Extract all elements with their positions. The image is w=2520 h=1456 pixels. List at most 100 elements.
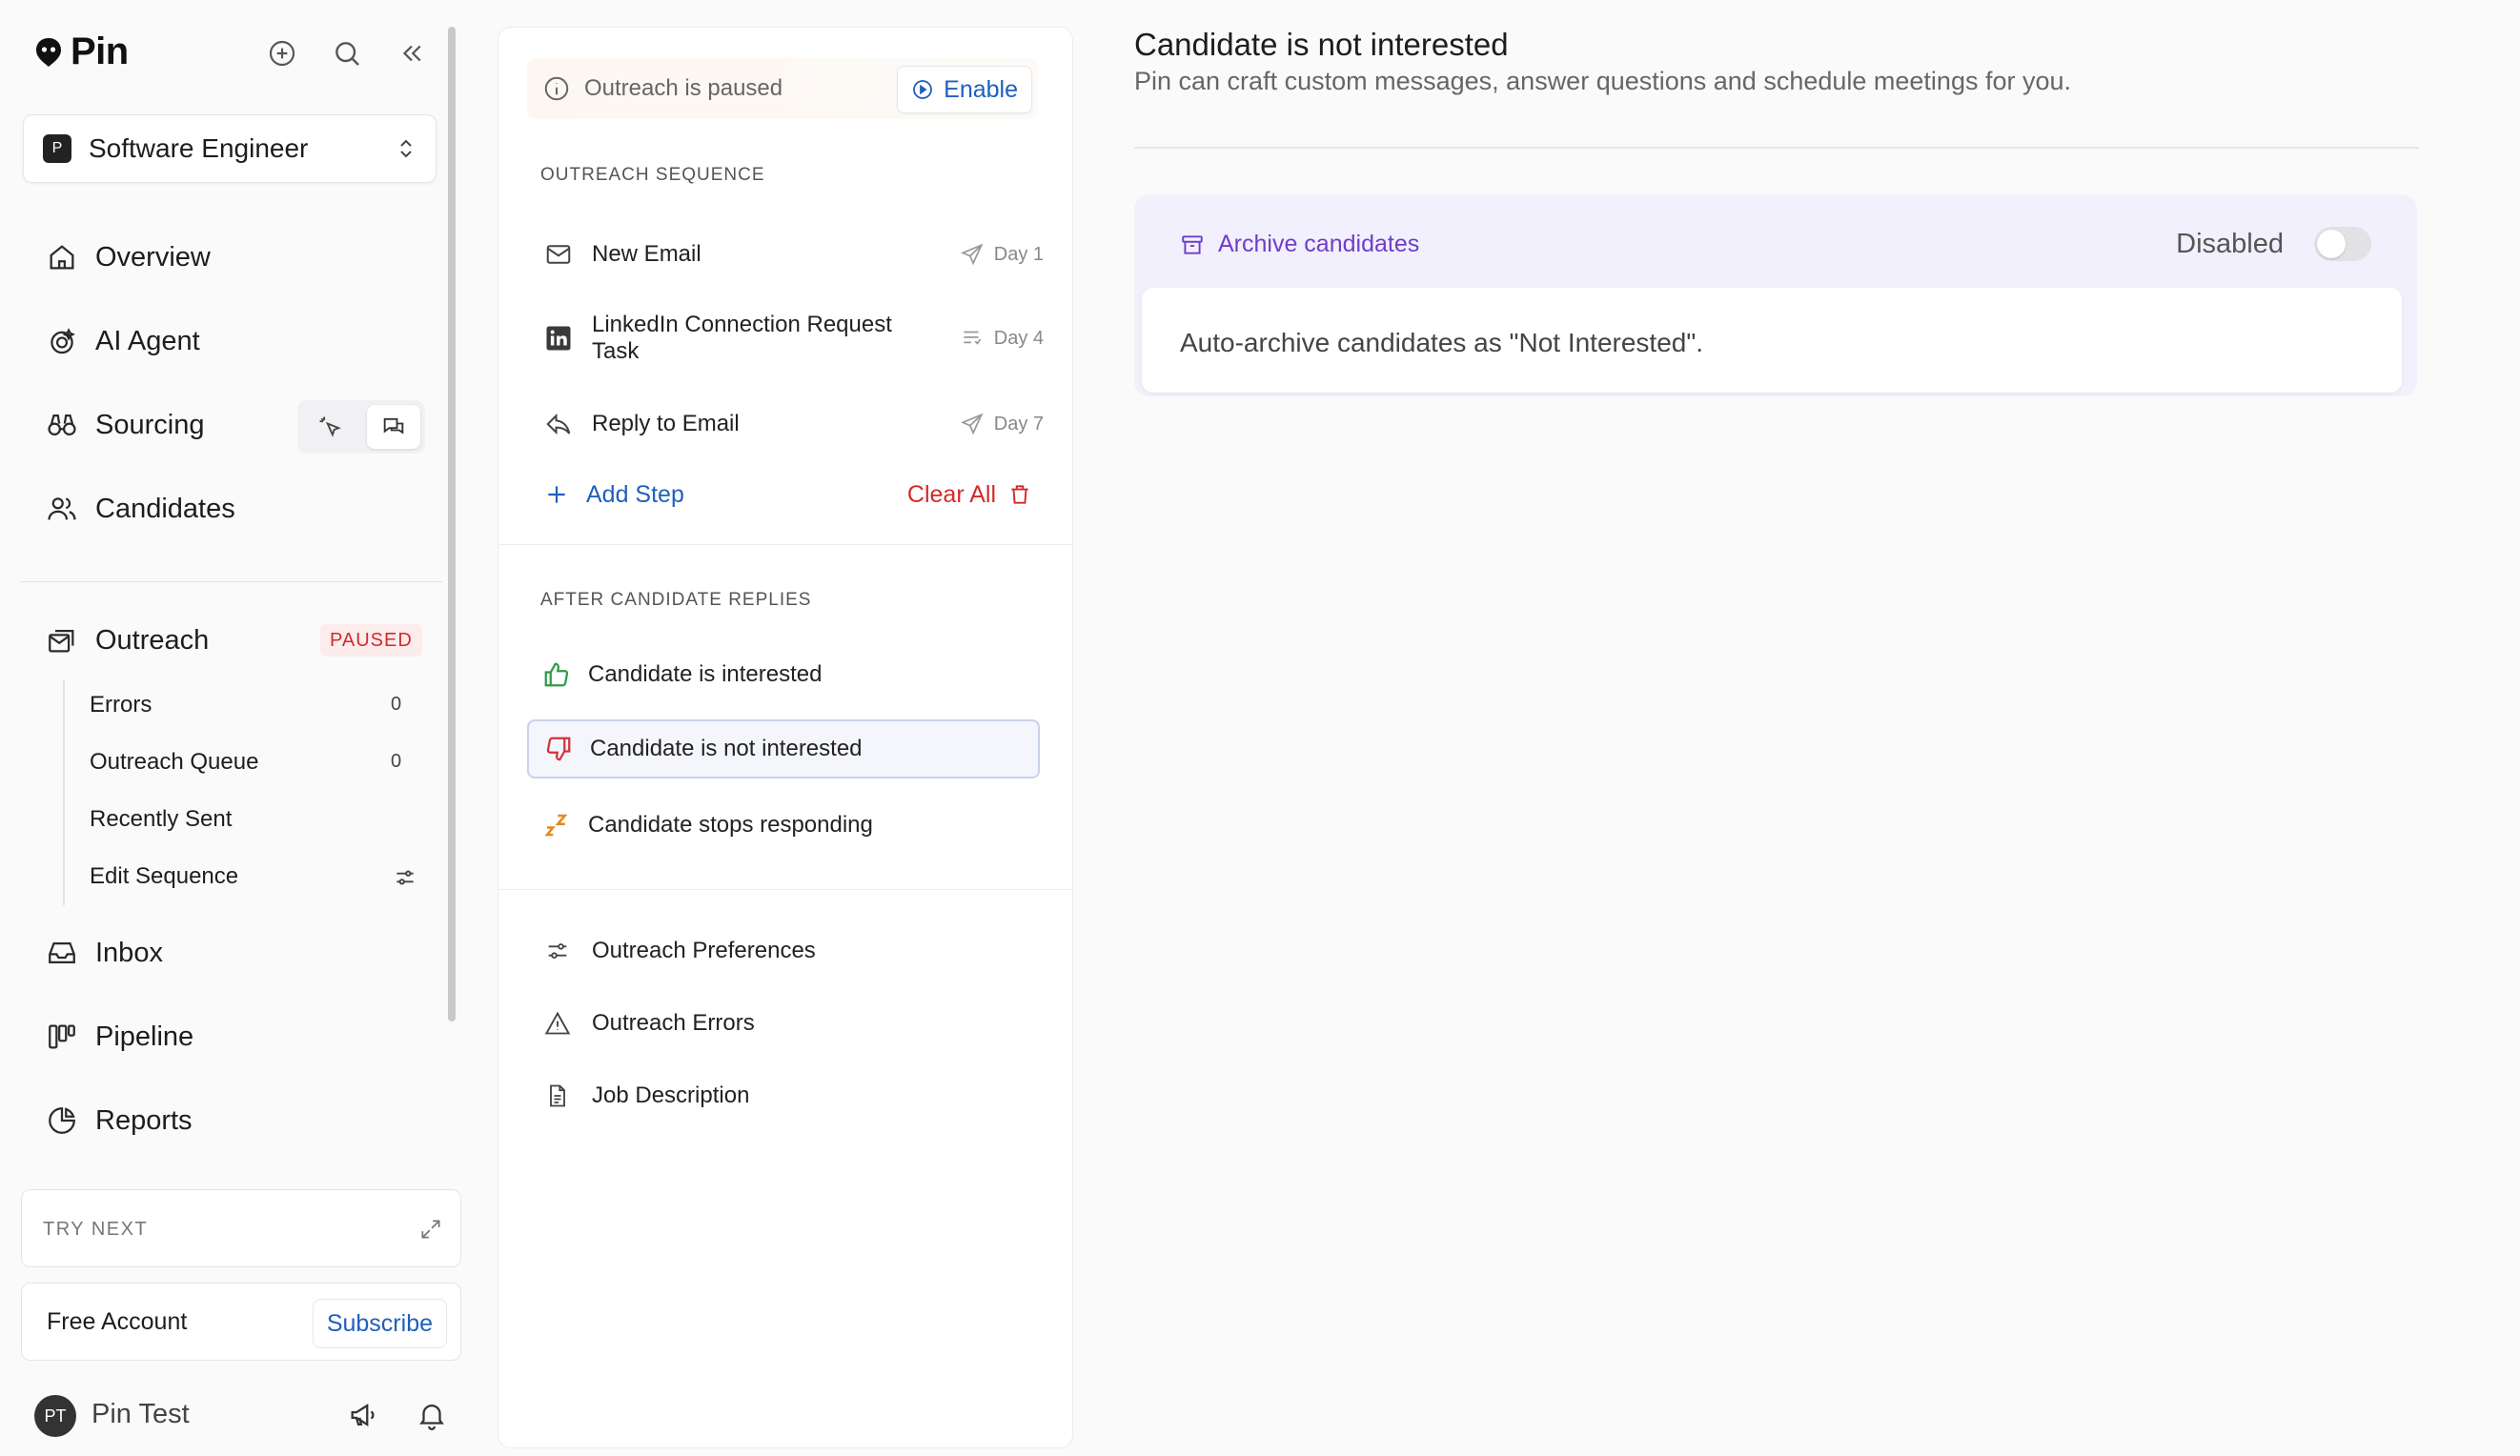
- step-day: Day 7: [960, 412, 1044, 436]
- document-icon: [544, 1082, 571, 1109]
- outreach-errors-link[interactable]: Outreach Errors: [544, 1000, 755, 1047]
- reply-stops-responding[interactable]: Candidate stops responding: [527, 796, 1040, 855]
- search-icon[interactable]: [328, 34, 366, 72]
- util-label: Job Description: [592, 1082, 750, 1108]
- try-next-card[interactable]: TRY NEXT: [21, 1189, 461, 1267]
- paused-text: Outreach is paused: [584, 75, 783, 101]
- nav-inbox[interactable]: Inbox: [46, 926, 163, 980]
- app-logo[interactable]: Pin: [34, 30, 129, 73]
- play-circle-icon: [911, 78, 934, 101]
- detail-divider: [1134, 147, 2419, 149]
- submenu-rail: [63, 680, 65, 905]
- nav-sourcing[interactable]: Sourcing: [46, 398, 204, 452]
- outreach-preferences-link[interactable]: Outreach Preferences: [544, 927, 816, 975]
- reply-label: Candidate is interested: [588, 661, 823, 687]
- bell-icon[interactable]: [416, 1399, 448, 1431]
- sliders-icon: [393, 865, 417, 890]
- email-icon: [544, 240, 573, 269]
- sleep-zzz-icon: [542, 811, 571, 839]
- add-step-label: Add Step: [586, 480, 684, 508]
- thumbs-up-icon: [542, 660, 571, 689]
- job-selector[interactable]: P Software Engineer: [23, 114, 437, 183]
- step-day-label: Day 4: [993, 327, 1044, 349]
- job-description-link[interactable]: Job Description: [544, 1072, 749, 1120]
- clear-all-label: Clear All: [906, 480, 996, 508]
- task-list-icon: [964, 331, 982, 345]
- nav-label: AI Agent: [95, 325, 200, 356]
- plus-icon: [544, 482, 569, 507]
- nav-pipeline[interactable]: Pipeline: [46, 1010, 193, 1063]
- user-name[interactable]: Pin Test: [91, 1399, 190, 1430]
- archive-icon: [1180, 233, 1205, 257]
- sourcing-mode-toggle: [297, 400, 425, 454]
- collapse-sidebar-icon[interactable]: [393, 34, 431, 72]
- section-divider: [498, 544, 1072, 545]
- toggle-knob: [2317, 230, 2346, 258]
- app-name: Pin: [71, 30, 129, 72]
- clear-all-button[interactable]: Clear All: [907, 475, 1032, 514]
- reply-icon: [544, 410, 573, 438]
- sequence-step[interactable]: LinkedIn Connection Request Task Day 4: [544, 308, 1053, 369]
- nav-reports[interactable]: Reports: [46, 1094, 193, 1147]
- trash-icon: [1007, 482, 1032, 507]
- util-label: Outreach Errors: [592, 1010, 755, 1036]
- reply-label: Candidate is not interested: [590, 736, 863, 761]
- step-label: Reply to Email: [592, 411, 740, 436]
- send-icon: [960, 413, 984, 435]
- sequence-step[interactable]: New Email Day 1: [544, 233, 1053, 275]
- avatar[interactable]: PT: [34, 1395, 76, 1437]
- add-icon[interactable]: [263, 34, 301, 72]
- sourcing-auto-button[interactable]: [303, 405, 356, 449]
- account-card: Free Account Subscribe: [21, 1283, 461, 1361]
- job-badge: P: [43, 134, 71, 163]
- sidebar-scrollbar[interactable]: [448, 27, 456, 1021]
- inbox-icon: [46, 937, 78, 969]
- enable-label: Enable: [944, 75, 1018, 103]
- users-icon: [46, 493, 78, 525]
- sub-item-recently-sent[interactable]: Recently Sent: [90, 800, 232, 839]
- chat-icon: [380, 414, 407, 440]
- nav-ai-agent[interactable]: AI Agent: [46, 314, 200, 368]
- sourcing-chat-button[interactable]: [366, 405, 420, 449]
- step-label: LinkedIn Connection Request Task: [592, 312, 892, 364]
- nav-label: Pipeline: [95, 1021, 194, 1052]
- chevron-up-down-icon: [396, 136, 417, 161]
- nav-candidates[interactable]: Candidates: [46, 482, 235, 536]
- sidebar: Pin P Software Engineer Overview AI Agen…: [0, 0, 465, 1456]
- archive-description: Auto-archive candidates as "Not Interest…: [1180, 328, 1704, 357]
- add-step-button[interactable]: Add Step: [544, 475, 684, 514]
- queue-count: 0: [391, 751, 402, 772]
- home-icon: [46, 241, 78, 273]
- sequence-step[interactable]: Reply to Email Day 7: [544, 403, 1053, 445]
- reply-label: Candidate stops responding: [588, 812, 873, 838]
- nav-overview[interactable]: Overview: [46, 231, 211, 284]
- nav-label: Candidates: [95, 493, 235, 524]
- reply-interested[interactable]: Candidate is interested: [527, 645, 1040, 704]
- reply-not-interested[interactable]: Candidate is not interested: [527, 719, 1040, 779]
- util-label: Outreach Preferences: [592, 938, 816, 963]
- sub-item-outreach-queue[interactable]: Outreach Queue: [90, 743, 258, 781]
- sub-item-edit-sequence[interactable]: Edit Sequence: [90, 858, 238, 896]
- archive-candidates-card: Archive candidates Disabled Auto-archive…: [1134, 194, 2417, 396]
- info-icon: [542, 74, 571, 103]
- nav-label: Outreach: [95, 624, 210, 656]
- nav-label: Inbox: [95, 937, 163, 968]
- nav-label: Overview: [95, 241, 211, 273]
- expand-icon[interactable]: [418, 1217, 443, 1242]
- job-name: Software Engineer: [89, 133, 309, 163]
- megaphone-icon[interactable]: [347, 1399, 379, 1431]
- nav-outreach[interactable]: Outreach: [46, 614, 209, 667]
- archive-status: Disabled: [2176, 229, 2284, 259]
- archive-header: Archive candidates: [1180, 231, 1419, 258]
- outreach-icon: [46, 624, 78, 657]
- page-title: Candidate is not interested: [1134, 27, 1509, 62]
- archive-description-box: Auto-archive candidates as "Not Interest…: [1142, 288, 2402, 393]
- outreach-paused-banner: Outreach is paused Enable: [527, 58, 1038, 119]
- archive-toggle[interactable]: [2314, 227, 2371, 261]
- subscribe-button[interactable]: Subscribe: [312, 1299, 447, 1348]
- step-day-label: Day 7: [993, 413, 1044, 435]
- enable-button[interactable]: Enable: [897, 66, 1032, 113]
- sub-item-errors[interactable]: Errors: [90, 686, 152, 724]
- step-label: New Email: [592, 241, 701, 267]
- sidebar-divider: [21, 581, 442, 582]
